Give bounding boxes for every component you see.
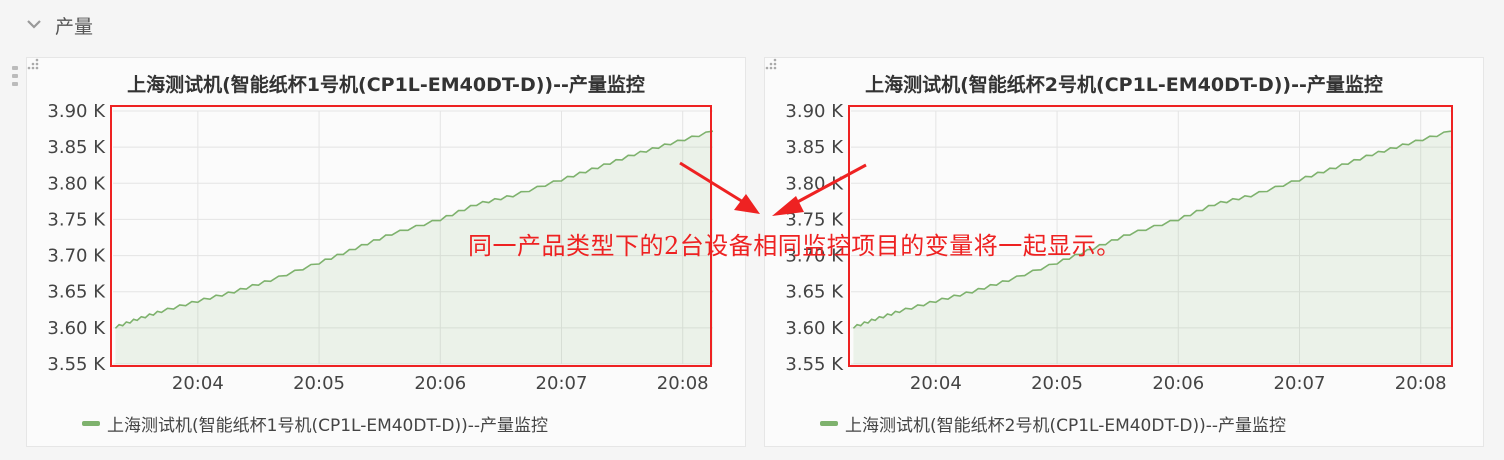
resize-grip-icon[interactable]: [27, 58, 39, 70]
y-tick-label: 3.90 K: [47, 101, 106, 122]
x-tick-label: 20:06: [414, 373, 466, 394]
y-tick-label: 3.85 K: [785, 137, 844, 158]
legend-label-2[interactable]: 上海测试机(智能纸杯2号机(CP1L-EM40DT-D))--产量监控: [845, 411, 1286, 436]
y-tick-label: 3.70 K: [47, 246, 106, 267]
y-tick-label: 3.80 K: [47, 173, 106, 194]
y-tick-label: 3.60 K: [785, 318, 844, 339]
resize-grip-icon[interactable]: [765, 58, 777, 70]
legend-swatch: [820, 421, 838, 426]
drag-handle-icon[interactable]: [11, 64, 19, 88]
x-tick-label: 20:08: [657, 373, 709, 394]
x-tick-label: 20:05: [1031, 373, 1083, 394]
y-tick-label: 3.55 K: [47, 354, 106, 375]
y-tick-label: 3.85 K: [47, 137, 106, 158]
legend-1[interactable]: 上海测试机(智能纸杯1号机(CP1L-EM40DT-D))--产量监控: [82, 411, 548, 436]
x-tick-label: 20:05: [293, 373, 345, 394]
y-tick-label: 3.65 K: [47, 282, 106, 303]
chevron-down-icon[interactable]: [26, 16, 42, 32]
y-tick-label: 3.80 K: [785, 173, 844, 194]
y-tick-label: 3.55 K: [785, 354, 844, 375]
y-tick-label: 3.65 K: [785, 282, 844, 303]
legend-2[interactable]: 上海测试机(智能纸杯2号机(CP1L-EM40DT-D))--产量监控: [820, 411, 1286, 436]
x-tick-label: 20:06: [1152, 373, 1204, 394]
x-tick-label: 20:04: [910, 373, 962, 394]
y-tick-label: 3.90 K: [785, 101, 844, 122]
row-header[interactable]: 产量: [0, 0, 1504, 52]
annotation-text: 同一产品类型下的2台设备相同监控项目的变量将一起显示。: [468, 232, 1121, 260]
x-tick-label: 20:04: [172, 373, 224, 394]
x-tick-label: 20:07: [536, 373, 588, 394]
legend-swatch: [82, 421, 100, 426]
x-tick-label: 20:08: [1395, 373, 1447, 394]
y-tick-label: 3.60 K: [47, 318, 106, 339]
legend-label-1[interactable]: 上海测试机(智能纸杯1号机(CP1L-EM40DT-D))--产量监控: [107, 411, 548, 436]
row-title[interactable]: 产量: [55, 12, 93, 39]
x-tick-label: 20:07: [1274, 373, 1326, 394]
y-tick-label: 3.75 K: [47, 209, 106, 230]
